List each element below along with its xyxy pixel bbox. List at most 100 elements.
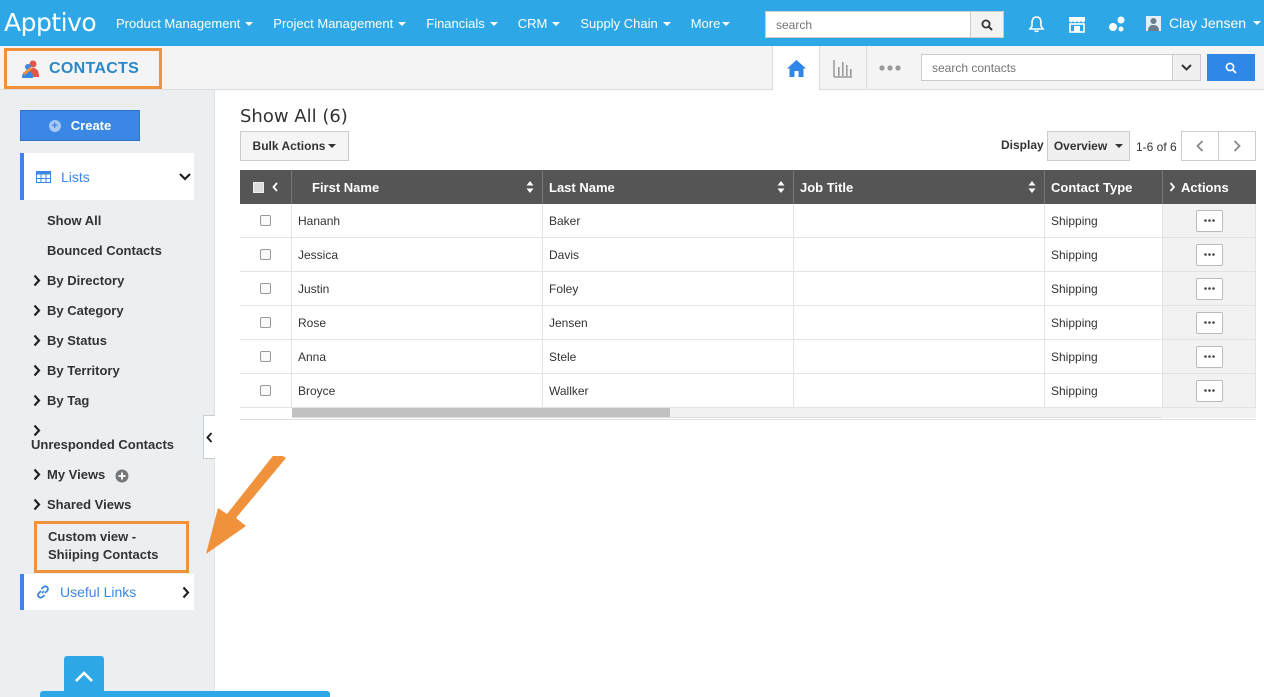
lists-section-header[interactable]: Lists bbox=[20, 153, 194, 200]
display-mode-dropdown[interactable]: Overview bbox=[1047, 131, 1130, 161]
annotation-arrow-icon bbox=[206, 456, 286, 554]
store-icon bbox=[1069, 16, 1085, 33]
column-header-actions[interactable]: Actions bbox=[1163, 170, 1256, 204]
contacts-app-title[interactable]: CONTACTS bbox=[4, 48, 162, 89]
search-filter-dropdown[interactable] bbox=[1172, 55, 1200, 80]
chevron-left-icon[interactable] bbox=[272, 182, 278, 192]
home-icon bbox=[786, 59, 806, 77]
cell-first-name[interactable]: Jessica bbox=[292, 238, 543, 271]
connections-icon bbox=[1109, 16, 1125, 32]
chevron-left-icon bbox=[206, 431, 213, 443]
table-row[interactable]: Rose Jensen Shipping bbox=[240, 306, 1256, 340]
nav-crm[interactable]: CRM bbox=[518, 16, 561, 31]
cell-first-name[interactable]: Hananh bbox=[292, 204, 543, 237]
row-actions-button[interactable] bbox=[1195, 345, 1223, 368]
cell-contact-type: Shipping bbox=[1045, 306, 1163, 339]
notifications-bell[interactable] bbox=[1025, 13, 1047, 35]
nav-financials[interactable]: Financials bbox=[426, 16, 498, 31]
row-checkbox[interactable] bbox=[260, 351, 271, 362]
column-header-contact-type[interactable]: Contact Type bbox=[1045, 170, 1163, 204]
cell-last-name: Baker bbox=[543, 204, 794, 237]
cell-first-name[interactable]: Anna bbox=[292, 340, 543, 373]
row-actions-button[interactable] bbox=[1195, 379, 1223, 402]
nav-supply-chain[interactable]: Supply Chain bbox=[580, 16, 671, 31]
bar-chart-icon bbox=[833, 59, 852, 78]
column-header-last-name[interactable]: Last Name bbox=[543, 170, 794, 204]
chevron-right-icon bbox=[1233, 140, 1241, 152]
row-checkbox[interactable] bbox=[260, 283, 271, 294]
table-row[interactable]: Jessica Davis Shipping bbox=[240, 238, 1256, 272]
chevron-right-icon bbox=[33, 424, 41, 437]
next-page-button[interactable] bbox=[1219, 132, 1255, 160]
sidebar-item-my-views[interactable]: My Views bbox=[47, 467, 129, 483]
row-actions-button[interactable] bbox=[1195, 243, 1223, 266]
chevron-right-icon bbox=[33, 364, 41, 377]
sidebar-item-unresponded-contacts[interactable]: Unresponded Contacts bbox=[31, 437, 174, 452]
tab-home[interactable] bbox=[772, 46, 819, 90]
store-button[interactable] bbox=[1066, 13, 1088, 35]
global-search-input[interactable] bbox=[766, 12, 970, 37]
row-checkbox[interactable] bbox=[260, 317, 271, 328]
more-dots-icon bbox=[879, 65, 901, 71]
sidebar-item-bounced-contacts[interactable]: Bounced Contacts bbox=[47, 243, 162, 258]
contact-search-button[interactable] bbox=[1207, 54, 1255, 81]
sidebar-item-shared-views[interactable]: Shared Views bbox=[47, 497, 131, 512]
view-tabs bbox=[772, 46, 913, 90]
table-row[interactable]: Hananh Baker Shipping bbox=[240, 204, 1256, 238]
useful-links-section[interactable]: Useful Links bbox=[20, 574, 194, 610]
sidebar-collapse-toggle[interactable] bbox=[203, 415, 215, 459]
nav-product-management[interactable]: Product Management bbox=[116, 16, 254, 31]
select-all-checkbox[interactable] bbox=[253, 181, 264, 193]
row-actions-button[interactable] bbox=[1195, 209, 1223, 232]
global-search-button[interactable] bbox=[970, 12, 1003, 37]
chevron-right-icon bbox=[33, 304, 41, 317]
create-button[interactable]: + Create bbox=[20, 110, 140, 141]
cell-first-name[interactable]: Broyce bbox=[292, 374, 543, 407]
avatar bbox=[1146, 15, 1161, 31]
apps-button[interactable] bbox=[1106, 13, 1128, 35]
table-row[interactable]: Broyce Wallker Shipping bbox=[240, 374, 1256, 408]
scrollbar-thumb[interactable] bbox=[292, 408, 670, 417]
cell-first-name[interactable]: Justin bbox=[292, 272, 543, 305]
row-actions-button[interactable] bbox=[1195, 277, 1223, 300]
row-actions-button[interactable] bbox=[1195, 311, 1223, 334]
nav-project-management[interactable]: Project Management bbox=[273, 16, 407, 31]
table-horizontal-scrollbar[interactable] bbox=[240, 408, 1256, 418]
sidebar-item-custom-view[interactable]: Custom view - Shiiping Contacts bbox=[34, 521, 189, 573]
custom-view-line-2: Shiiping Contacts bbox=[48, 547, 159, 562]
sidebar-item-by-tag[interactable]: By Tag bbox=[47, 393, 89, 408]
row-checkbox[interactable] bbox=[260, 249, 271, 260]
sidebar-item-by-directory[interactable]: By Directory bbox=[47, 273, 124, 288]
sort-icon bbox=[1028, 181, 1036, 193]
scrollbar-track[interactable] bbox=[292, 408, 1162, 418]
cell-contact-type: Shipping bbox=[1045, 340, 1163, 373]
bulk-actions-button[interactable]: Bulk Actions bbox=[240, 131, 349, 161]
main-content: Show All (6) Bulk Actions Display Overvi… bbox=[215, 90, 1264, 697]
cell-first-name[interactable]: Rose bbox=[292, 306, 543, 339]
user-menu[interactable]: Clay Jensen bbox=[1146, 15, 1262, 31]
global-search-box bbox=[765, 11, 1004, 38]
contacts-table: First Name Last Name Job Title Contact T… bbox=[240, 170, 1256, 418]
sidebar-item-show-all[interactable]: Show All bbox=[47, 213, 101, 228]
caret-down-icon bbox=[1115, 144, 1124, 148]
display-label: Display bbox=[1001, 138, 1044, 152]
column-header-first-name[interactable]: First Name bbox=[292, 170, 543, 204]
column-header-job-title[interactable]: Job Title bbox=[794, 170, 1045, 204]
sidebar-item-by-territory[interactable]: By Territory bbox=[47, 363, 120, 378]
apptivo-logo[interactable]: Apptivo bbox=[4, 8, 97, 37]
prev-page-button[interactable] bbox=[1182, 132, 1219, 160]
sidebar-item-by-category[interactable]: By Category bbox=[47, 303, 124, 318]
tab-more-options[interactable] bbox=[866, 46, 913, 90]
tab-analytics[interactable] bbox=[819, 46, 866, 90]
nav-more[interactable]: More bbox=[691, 16, 731, 31]
cell-last-name: Jensen bbox=[543, 306, 794, 339]
cell-last-name: Foley bbox=[543, 272, 794, 305]
sidebar-item-by-status[interactable]: By Status bbox=[47, 333, 107, 348]
table-row[interactable]: Anna Stele Shipping bbox=[240, 340, 1256, 374]
caret-down-icon bbox=[1253, 21, 1262, 25]
row-checkbox[interactable] bbox=[260, 385, 271, 396]
contact-search-input[interactable] bbox=[922, 55, 1172, 80]
table-row[interactable]: Justin Foley Shipping bbox=[240, 272, 1256, 306]
add-view-icon[interactable] bbox=[115, 469, 129, 483]
row-checkbox[interactable] bbox=[260, 215, 271, 226]
